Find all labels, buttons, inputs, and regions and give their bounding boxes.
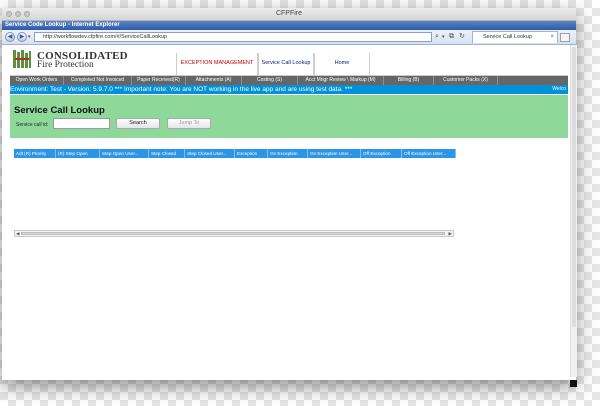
menu-paper-received[interactable]: Paper Received(R): [132, 76, 186, 85]
app-header: CONSOLIDATED Fire Protection EXCEPTION M…: [10, 45, 568, 76]
browser-window: CFPFire Service Code Lookup - Internet E…: [2, 8, 577, 387]
address-url: http://workflowdev.cfpfire.com/#/Service…: [43, 34, 168, 40]
ie-titlebar: Service Code Lookup - Internet Explorer: [2, 21, 576, 30]
ie-navigation-bar: ◀ ▶ ▾ http://workflowdev.cfpfire.com/#/S…: [2, 30, 576, 45]
environment-banner: Environment: Test - Version: 5.9.7.0 ***…: [10, 85, 568, 94]
menu-attachments[interactable]: Attachments (A): [186, 76, 242, 85]
service-call-id-input[interactable]: [53, 118, 110, 129]
service-call-id-label: Service call id:: [16, 122, 49, 128]
welcome-text: Welco: [552, 86, 566, 92]
mac-window-title: CFPFire: [275, 10, 303, 17]
horizontal-scroll-thumb[interactable]: [21, 232, 445, 235]
tab-step-open-user[interactable]: Step Open User...: [100, 149, 149, 158]
ie-window-title: Service Code Lookup - Internet Explorer: [5, 22, 120, 28]
minimize-window-button[interactable]: [15, 11, 21, 17]
jump-to-button[interactable]: Jump To: [167, 118, 211, 129]
page-title: Service Call Lookup: [14, 105, 105, 116]
exception-management-link[interactable]: EXCEPTION MANAGEMENT: [176, 53, 258, 75]
search-icon[interactable]: ⌕: [435, 32, 439, 42]
close-window-button[interactable]: [6, 11, 12, 17]
lookup-panel: Service Call Lookup Service call id: Sea…: [10, 95, 568, 138]
resize-grip-icon[interactable]: [570, 380, 577, 387]
tab-service-call-lookup[interactable]: Service Call Lookup ×: [472, 31, 558, 43]
history-dropdown-icon[interactable]: ▾: [28, 32, 31, 42]
menu-completed-not-invoiced[interactable]: Completed Not Invoiced: [64, 76, 132, 85]
tab-on-exception[interactable]: On Exception: [268, 149, 308, 158]
tab-step-closed-user[interactable]: Step Closed User...: [185, 149, 235, 158]
tab-off-exception[interactable]: Off Exception: [361, 149, 402, 158]
menu-customer-packs[interactable]: Customer Packs (X): [434, 76, 498, 85]
forward-arrow-icon[interactable]: ▶: [17, 32, 27, 42]
tab-exception[interactable]: Exception: [235, 149, 268, 158]
horizontal-scrollbar[interactable]: ◀ ▶: [14, 230, 454, 237]
tab-on-exception-user[interactable]: On Exception User...: [308, 149, 361, 158]
service-call-lookup-link[interactable]: Service Call Lookup: [258, 53, 314, 75]
close-tab-icon[interactable]: ×: [550, 32, 554, 43]
tab-step-closed[interactable]: Step Closed: [149, 149, 185, 158]
search-button[interactable]: Search: [116, 118, 160, 129]
page-content: CONSOLIDATED Fire Protection EXCEPTION M…: [10, 45, 568, 380]
queue-tabs: Adt (R) Priority (R) Step Open Step Open…: [14, 149, 456, 158]
company-logo-icon: [12, 49, 32, 69]
zoom-window-button[interactable]: [24, 11, 30, 17]
scroll-right-icon[interactable]: ▶: [449, 231, 452, 236]
vertical-scroll-thumb[interactable]: [572, 47, 576, 327]
address-input[interactable]: http://workflowdev.cfpfire.com/#/Service…: [34, 32, 432, 42]
scroll-left-icon[interactable]: ◀: [16, 231, 19, 236]
refresh-icon[interactable]: ↻: [459, 32, 465, 42]
menu-billing[interactable]: Billing (B): [384, 76, 434, 85]
environment-text: Environment: Test - Version: 5.9.7.0 ***…: [10, 86, 353, 93]
back-arrow-icon[interactable]: ◀: [5, 32, 15, 42]
tab-off-exception-user[interactable]: Off Exception User...: [402, 149, 456, 158]
logo-subtitle: Fire Protection: [37, 60, 94, 70]
menu-open-work-orders[interactable]: Open Work Orders: [10, 76, 64, 85]
browser-tab-label: Service Call Lookup: [483, 34, 532, 40]
main-menu: Open Work Orders Completed Not Invoiced …: [10, 76, 568, 85]
tab-adt-priority[interactable]: Adt (R) Priority: [14, 149, 56, 158]
home-link[interactable]: Home: [314, 53, 370, 75]
menu-costing[interactable]: Costing (S): [242, 76, 298, 85]
vertical-scrollbar[interactable]: [570, 45, 577, 377]
menu-acct-mngr-review[interactable]: Acct Mngr Review \ Markup (M): [298, 76, 384, 85]
mac-titlebar: CFPFire: [2, 8, 576, 21]
compatibility-view-icon[interactable]: ⧉: [449, 32, 454, 42]
address-dropdown-icon[interactable]: ▾: [442, 32, 445, 42]
new-tab-button[interactable]: [560, 33, 570, 42]
tab-step-open[interactable]: (R) Step Open: [56, 149, 100, 158]
